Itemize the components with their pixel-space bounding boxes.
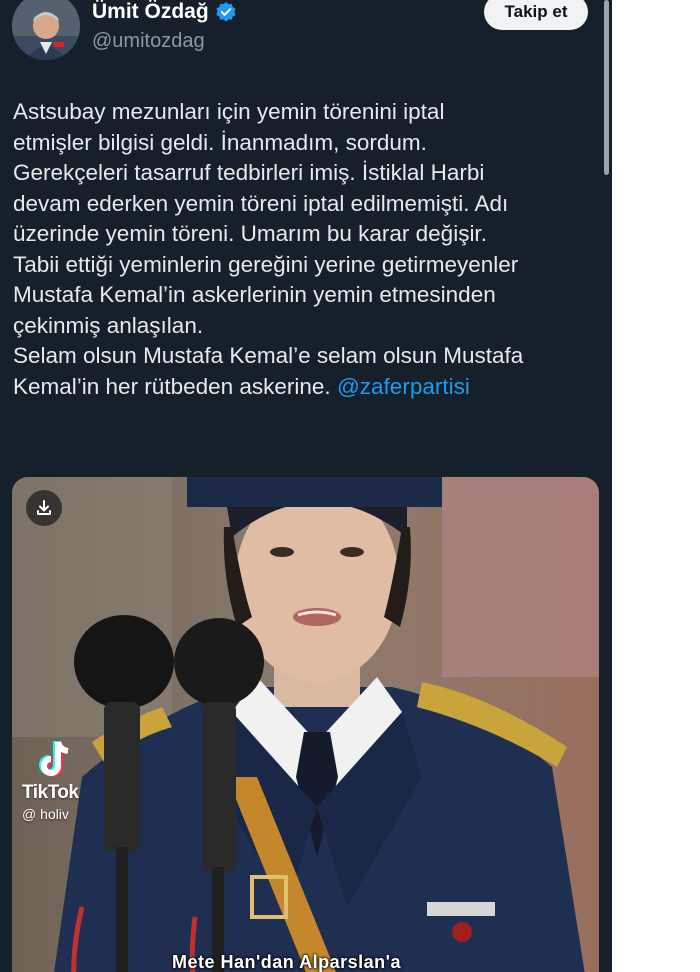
tweet-panel: Ümit Özdağ @umitozdag Takip et Astsubay …	[0, 0, 612, 972]
author-name-row: Ümit Özdağ	[92, 0, 237, 24]
mention-link[interactable]: @zaferpartisi	[337, 374, 470, 399]
tiktok-watermark: TikTok @ holiv	[22, 738, 79, 822]
follow-button[interactable]: Takip et	[484, 0, 588, 30]
video-frame	[12, 477, 599, 972]
author-name[interactable]: Ümit Özdağ	[92, 0, 209, 24]
tweet-video[interactable]	[12, 477, 599, 972]
tweet-line: Mustafa Kemal’in askerlerinin yemin etme…	[13, 282, 496, 307]
tweet-line: Astsubay mezunları için yemin törenini i…	[13, 99, 445, 124]
tweet-line: çekinmiş anlaşılan.	[13, 312, 204, 338]
tweet-line-last: Kemal’in her rütbeden askerine. @zaferpa…	[13, 372, 603, 403]
tweet-line: devam ederken yemin töreni iptal edilmem…	[13, 190, 509, 216]
tiktok-logo-icon	[39, 741, 69, 777]
scrollbar[interactable]	[604, 0, 609, 175]
tweet-line: Tabii ettiği yeminlerin gereğini yerine …	[13, 251, 519, 277]
author-avatar[interactable]	[12, 0, 80, 60]
tweet-line-text: Kemal’in her rütbeden askerine.	[13, 373, 331, 399]
tiktok-username: @ holiv	[22, 806, 69, 822]
tweet-line: Gerekçeleri tasarruf tedbirleri imiş. İs…	[13, 160, 485, 185]
tweet-text: Astsubay mezunları için yemin törenini i…	[13, 97, 603, 402]
tweet-line: Selam olsun Mustafa Kemal’e selam olsun …	[13, 343, 524, 368]
tweet-line: etmişler bilgisi geldi. İnanmadım, sordu…	[13, 129, 427, 155]
download-button[interactable]	[26, 490, 62, 526]
tweet-line: üzerinde yemin töreni. Umarım bu karar d…	[13, 221, 487, 246]
tiktok-brand: TikTok	[22, 782, 79, 803]
download-icon	[37, 500, 51, 515]
video-caption: Mete Han'dan Alparslan'a	[172, 952, 401, 972]
author-handle[interactable]: @umitozdag	[92, 30, 205, 53]
verified-badge-icon	[216, 2, 236, 22]
